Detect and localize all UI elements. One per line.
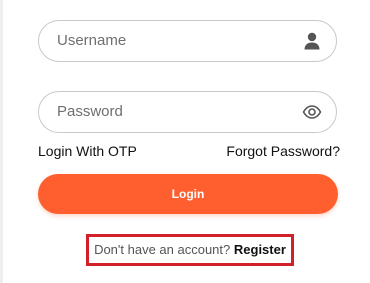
eye-icon[interactable] [302, 102, 322, 122]
register-link[interactable]: Register [234, 242, 286, 257]
auth-links-row: Login With OTP Forgot Password? [38, 143, 340, 161]
login-button[interactable]: Login [38, 174, 338, 214]
username-input[interactable] [57, 21, 287, 60]
username-field[interactable] [38, 20, 337, 62]
page-left-edge [0, 0, 3, 283]
login-with-otp-link[interactable]: Login With OTP [38, 143, 137, 159]
password-field[interactable] [38, 91, 337, 133]
register-prompt-text: Don't have an account? [94, 242, 231, 257]
register-prompt-box: Don't have an account? Register [86, 234, 294, 266]
password-input[interactable] [57, 92, 287, 131]
forgot-password-link[interactable]: Forgot Password? [226, 143, 340, 159]
user-icon [304, 32, 320, 50]
